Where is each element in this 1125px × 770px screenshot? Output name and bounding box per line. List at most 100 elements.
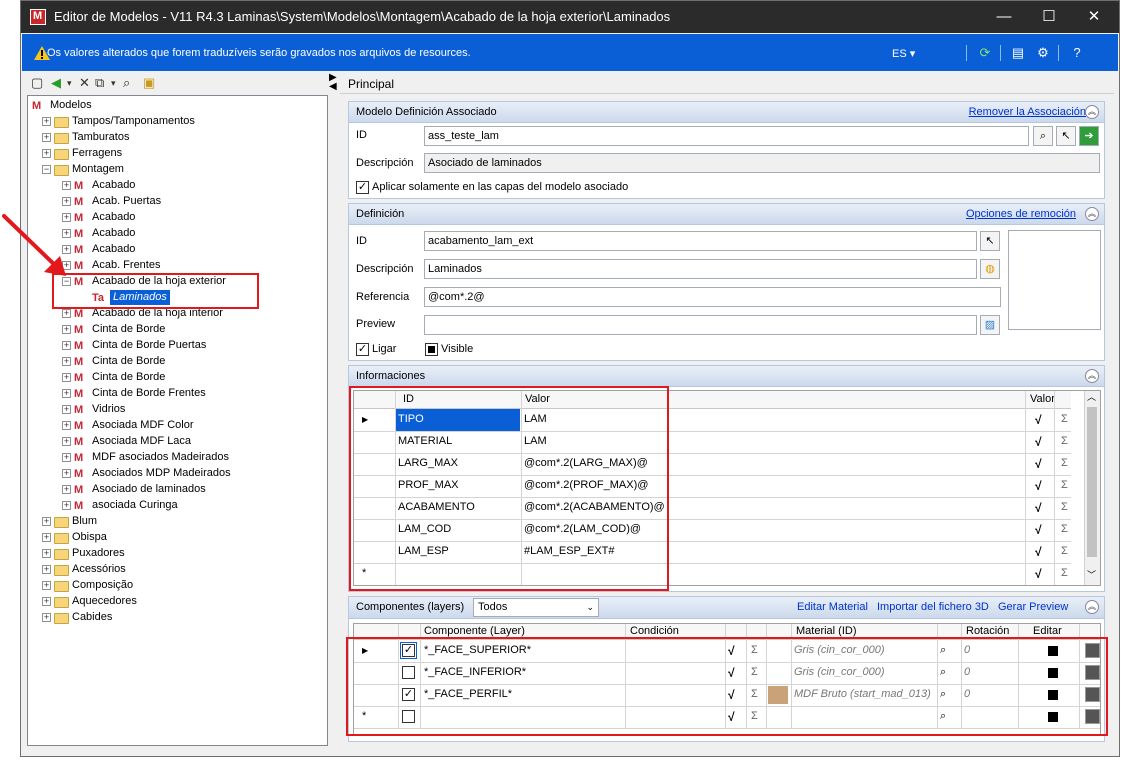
ligar-checkbox[interactable]: ✓ bbox=[356, 343, 369, 356]
tree-item[interactable]: + M Asociados MDP Madeirados bbox=[28, 466, 327, 482]
sigma-icon[interactable]: Σ bbox=[1061, 453, 1068, 474]
expander-icon[interactable]: + bbox=[62, 309, 71, 318]
go-icon[interactable]: ➔ bbox=[1079, 126, 1099, 146]
sigma-icon[interactable]: Σ bbox=[1061, 519, 1068, 540]
definition-id-field[interactable]: acabamento_lam_ext bbox=[424, 231, 977, 251]
expander-icon[interactable]: + bbox=[42, 117, 51, 126]
tree-item[interactable]: + Tamburatos bbox=[28, 130, 327, 146]
folder-go-icon[interactable]: ▣ bbox=[143, 75, 155, 91]
sigma-icon[interactable]: Σ bbox=[1061, 541, 1068, 562]
preview-field[interactable] bbox=[424, 315, 977, 335]
formula-icon[interactable]: √ bbox=[1035, 522, 1051, 538]
collapse-icon[interactable]: ︽ bbox=[1085, 207, 1099, 221]
select-model-icon[interactable]: ↖ bbox=[1056, 126, 1076, 146]
tree-item[interactable]: + M Asociada MDF Color bbox=[28, 418, 327, 434]
expander-icon[interactable]: + bbox=[62, 389, 71, 398]
image-icon[interactable]: ▨ bbox=[980, 315, 1000, 335]
expander-icon[interactable]: + bbox=[62, 181, 71, 190]
layout-icon[interactable]: ▤ bbox=[1009, 44, 1027, 62]
tree-item[interactable]: + Masociada Curinga bbox=[28, 498, 327, 514]
expander-icon[interactable]: + bbox=[62, 325, 71, 334]
expander-icon[interactable]: + bbox=[62, 357, 71, 366]
delete-icon[interactable]: ✕ bbox=[79, 75, 90, 91]
generate-preview-link[interactable]: Gerar Preview bbox=[998, 601, 1068, 613]
translate-icon[interactable]: ◍ bbox=[980, 259, 1000, 279]
sigma-icon[interactable]: Σ bbox=[1061, 475, 1068, 496]
tree-item[interactable]: + Ferragens bbox=[28, 146, 327, 162]
edit-material-link[interactable]: Editar Material bbox=[797, 601, 868, 613]
expander-icon[interactable]: + bbox=[62, 501, 71, 510]
tree-item[interactable]: + Puxadores bbox=[28, 546, 327, 562]
expander-icon[interactable]: + bbox=[62, 341, 71, 350]
reference-field[interactable]: @com*.2@ bbox=[424, 287, 1001, 307]
formula-icon[interactable]: √ bbox=[1035, 500, 1051, 516]
tree-item[interactable]: + Blum bbox=[28, 514, 327, 530]
formula-icon[interactable]: √ bbox=[1035, 456, 1051, 472]
new-document-icon[interactable]: ▢ bbox=[31, 75, 43, 91]
tree-item[interactable]: + Cabides bbox=[28, 610, 327, 626]
formula-icon[interactable]: √ bbox=[1035, 434, 1051, 450]
import-3d-link[interactable]: Importar del fichero 3D bbox=[877, 601, 989, 613]
tree-item[interactable]: + Tampos/Tamponamentos bbox=[28, 114, 327, 130]
tree-item[interactable]: + M Asociada MDF Laca bbox=[28, 434, 327, 450]
expander-icon[interactable]: + bbox=[62, 453, 71, 462]
expander-icon[interactable]: + bbox=[42, 549, 51, 558]
expander-icon[interactable]: + bbox=[42, 565, 51, 574]
tree-item[interactable]: − Montagem bbox=[28, 162, 327, 178]
formula-icon[interactable]: √ bbox=[1035, 412, 1051, 428]
tree-item[interactable]: + M Cinta de Borde bbox=[28, 370, 327, 386]
definition-description-field[interactable]: Laminados bbox=[424, 259, 977, 279]
tree-item[interactable]: + M Cinta de Borde bbox=[28, 322, 327, 338]
maximize-button[interactable]: ☐ bbox=[1026, 1, 1072, 33]
help-icon[interactable]: ? bbox=[1068, 44, 1086, 62]
tree-item[interactable]: + M Cinta de Borde Frentes bbox=[28, 386, 327, 402]
expander-icon[interactable]: + bbox=[42, 517, 51, 526]
expander-icon[interactable]: + bbox=[62, 421, 71, 430]
sigma-icon[interactable]: Σ bbox=[1061, 563, 1068, 584]
scroll-down-icon[interactable]: ﹀ bbox=[1087, 565, 1096, 585]
tree-item[interactable]: + M Acabado bbox=[28, 178, 327, 194]
sigma-icon[interactable]: Σ bbox=[1061, 431, 1068, 452]
scroll-up-icon[interactable]: ︿ bbox=[1087, 391, 1096, 408]
minimize-button[interactable]: — bbox=[981, 1, 1027, 33]
back-icon[interactable]: ◀ bbox=[51, 75, 61, 91]
select-model-icon[interactable]: ↖ bbox=[980, 231, 1000, 251]
sigma-icon[interactable]: Σ bbox=[1061, 409, 1068, 430]
expander-icon[interactable]: + bbox=[62, 437, 71, 446]
expander-icon[interactable]: + bbox=[62, 373, 71, 382]
tree-item[interactable]: + Aquecedores bbox=[28, 594, 327, 610]
expander-icon[interactable]: + bbox=[42, 613, 51, 622]
chevron-down-icon[interactable]: ▾ bbox=[67, 75, 72, 91]
settings-icon[interactable]: ⚙ bbox=[1034, 44, 1052, 62]
tree-item[interactable]: + Acessórios bbox=[28, 562, 327, 578]
tree-item[interactable]: + Obispa bbox=[28, 530, 327, 546]
expander-icon[interactable]: + bbox=[62, 485, 71, 494]
scrollbar-thumb[interactable] bbox=[1087, 407, 1097, 557]
tree-item[interactable]: + M Cinta de Borde Puertas bbox=[28, 338, 327, 354]
collapse-icon[interactable]: ︽ bbox=[1085, 105, 1099, 119]
collapse-icon[interactable]: ︽ bbox=[1085, 600, 1099, 614]
expander-icon[interactable]: + bbox=[42, 149, 51, 158]
splitter[interactable]: ▶ ◀ bbox=[328, 73, 340, 753]
collapse-icon[interactable]: ︽ bbox=[1085, 369, 1099, 383]
collapse-arrow-icon[interactable]: ▶ ◀ bbox=[329, 73, 337, 92]
tree-item[interactable]: + M Asociado de laminados bbox=[28, 482, 327, 498]
formula-icon[interactable]: √ bbox=[1035, 544, 1051, 560]
chevron-down-icon[interactable]: ▾ bbox=[111, 75, 116, 91]
language-selector[interactable]: ES ▾ bbox=[892, 47, 915, 60]
refresh-icon[interactable]: ⟳ bbox=[976, 44, 994, 62]
formula-icon[interactable]: √ bbox=[1035, 478, 1051, 494]
remove-options-link[interactable]: Opciones de remoción bbox=[966, 208, 1076, 220]
search-icon[interactable]: ⌕ bbox=[123, 75, 130, 91]
tree-item[interactable]: + M Vidrios bbox=[28, 402, 327, 418]
tree-item[interactable]: + M Cinta de Borde bbox=[28, 354, 327, 370]
expander-icon[interactable]: + bbox=[42, 533, 51, 542]
tree-item[interactable]: M Modelos bbox=[28, 98, 327, 114]
tree-item[interactable]: + M Acab. Puertas bbox=[28, 194, 327, 210]
remove-association-link[interactable]: Remover la Associación bbox=[969, 106, 1086, 118]
formula-icon[interactable]: √ bbox=[1035, 566, 1051, 582]
layer-filter-select[interactable]: Todos ⌄ bbox=[473, 598, 599, 617]
sigma-icon[interactable]: Σ bbox=[1061, 497, 1068, 518]
tree-item[interactable]: + M MDF asociados Madeirados bbox=[28, 450, 327, 466]
expander-icon[interactable]: + bbox=[62, 469, 71, 478]
